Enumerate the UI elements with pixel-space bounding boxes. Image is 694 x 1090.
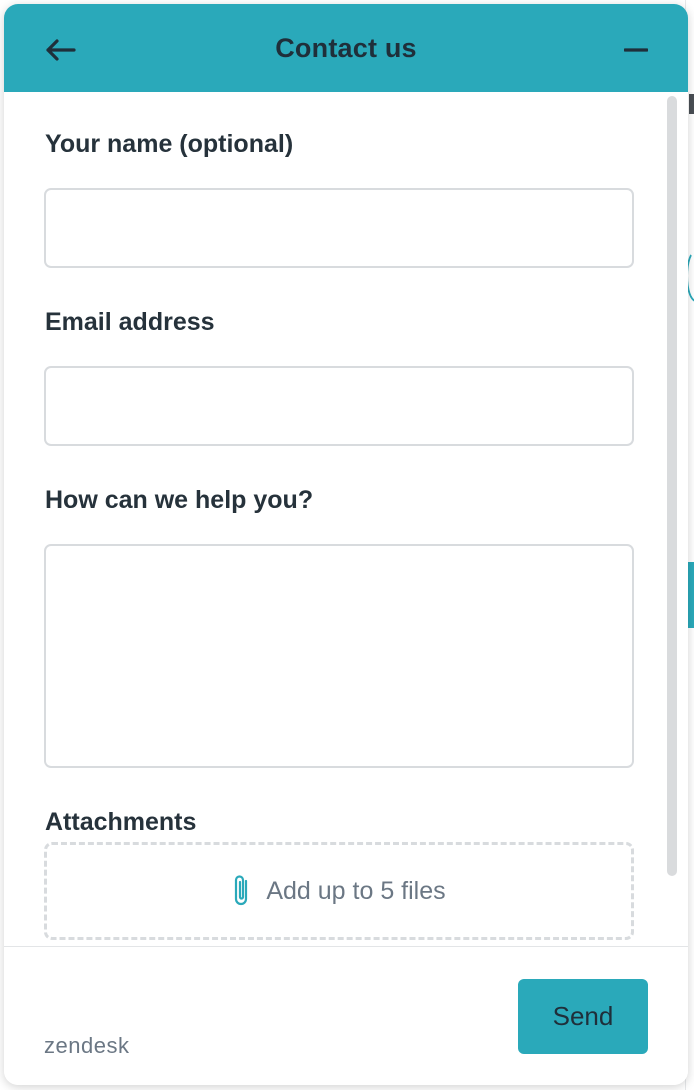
back-button[interactable] <box>38 28 82 72</box>
form-body: Your name (optional) Email address How c… <box>4 92 688 944</box>
widget-footer: zendesk Send <box>4 946 688 1085</box>
background-element <box>689 94 694 114</box>
form-scrollbar[interactable] <box>667 96 677 876</box>
attachments-label: Attachments <box>45 808 197 836</box>
contact-widget: Contact us Your name (optional) Email ad… <box>4 4 688 1085</box>
attachments-dropzone[interactable]: Add up to 5 files <box>44 842 634 940</box>
name-input[interactable] <box>44 188 634 268</box>
widget-title: Contact us <box>275 32 417 63</box>
paperclip-icon <box>235 875 248 906</box>
email-input[interactable] <box>44 366 634 446</box>
minimize-button[interactable] <box>614 28 658 72</box>
email-label: Email address <box>45 308 215 336</box>
background-button-edge <box>688 562 694 628</box>
dropzone-text: Add up to 5 files <box>266 876 446 905</box>
zendesk-logo[interactable]: zendesk <box>44 1033 129 1059</box>
send-button[interactable]: Send <box>518 979 648 1054</box>
arrow-left-icon <box>46 39 76 61</box>
name-label: Your name (optional) <box>45 130 294 158</box>
minimize-icon <box>624 48 648 52</box>
message-textarea[interactable] <box>44 544 634 768</box>
widget-header: Contact us <box>4 4 688 92</box>
message-label: How can we help you? <box>45 486 314 514</box>
